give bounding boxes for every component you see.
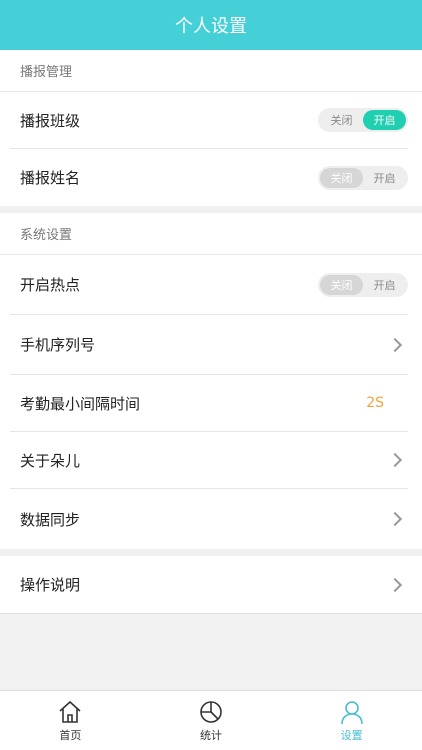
- toggle-on-option[interactable]: 开启: [363, 275, 406, 295]
- chevron-right-icon: [387, 577, 403, 592]
- tab-statistics[interactable]: 统计: [141, 691, 282, 750]
- chevron-right-icon: [387, 337, 403, 352]
- row-attendance-interval[interactable]: 考勤最小间隔时间 2S: [10, 375, 408, 432]
- toggle-on-option[interactable]: 开启: [363, 168, 406, 188]
- bottom-tab-bar: 首页 统计 设置: [0, 690, 422, 750]
- tab-label: 首页: [59, 728, 82, 742]
- user-icon: [340, 700, 363, 724]
- chevron-right-icon: [387, 511, 403, 527]
- row-label: 操作说明: [20, 576, 81, 594]
- row-instructions[interactable]: 操作说明: [10, 556, 408, 613]
- row-broadcast-class: 播报班级 关闭 开启: [10, 92, 408, 149]
- section-divider: [0, 549, 422, 556]
- row-label: 数据同步: [20, 510, 81, 529]
- row-label: 播报班级: [20, 111, 81, 130]
- chevron-right-icon: [387, 452, 403, 468]
- broadcast-name-toggle[interactable]: 关闭 开启: [318, 165, 408, 190]
- tab-settings[interactable]: 设置: [281, 691, 422, 750]
- broadcast-class-toggle[interactable]: 关闭 开启: [318, 108, 408, 132]
- row-label: 关于朵儿: [20, 451, 81, 470]
- row-label: 考勤最小间隔时间: [20, 394, 141, 413]
- toggle-off-option[interactable]: 关闭: [320, 110, 363, 130]
- section-title-broadcast: 播报管理: [0, 50, 422, 92]
- instructions-group: 操作说明: [0, 556, 422, 614]
- home-icon: [59, 700, 81, 723]
- page-title: 个人设置: [175, 16, 247, 37]
- row-label: 播报姓名: [20, 169, 81, 187]
- tab-label: 统计: [200, 728, 222, 742]
- section-title-system: 系统设置: [0, 213, 422, 255]
- row-hotspot: 开启热点 关闭 开启: [10, 255, 408, 315]
- row-label: 开启热点: [20, 276, 81, 294]
- row-broadcast-name: 播报姓名 关闭 开启: [10, 149, 408, 206]
- section-divider: [0, 206, 422, 213]
- interval-value: 2S: [366, 395, 384, 411]
- toggle-on-option[interactable]: 开启: [363, 110, 406, 130]
- row-serial-number[interactable]: 手机序列号: [10, 315, 408, 375]
- toggle-off-option[interactable]: 关闭: [320, 167, 363, 188]
- broadcast-group: 播报班级 关闭 开启 播报姓名 关闭 开启: [0, 92, 422, 206]
- chart-icon: [200, 700, 222, 723]
- row-about[interactable]: 关于朵儿: [10, 432, 408, 489]
- row-label: 手机序列号: [20, 336, 96, 354]
- tab-home[interactable]: 首页: [0, 691, 141, 750]
- system-group: 开启热点 关闭 开启 手机序列号 考勤最小间隔时间 2S 关于朵儿 数据同步: [0, 255, 422, 549]
- toggle-off-option[interactable]: 关闭: [320, 274, 363, 295]
- row-data-sync[interactable]: 数据同步: [10, 489, 408, 549]
- app-header: 个人设置: [0, 0, 422, 50]
- hotspot-toggle[interactable]: 关闭 开启: [318, 272, 408, 297]
- tab-label: 设置: [340, 728, 363, 742]
